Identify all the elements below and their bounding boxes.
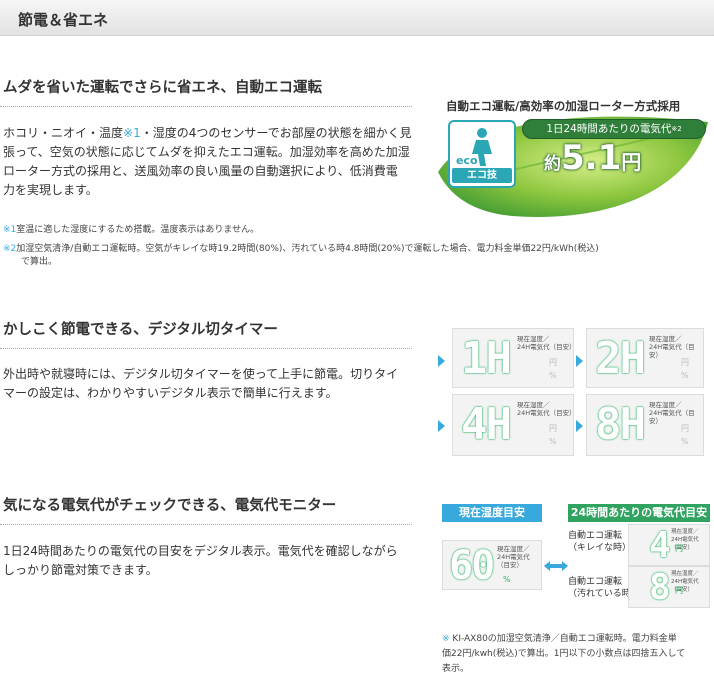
- daily-cost-value: 約5.1円: [544, 138, 642, 178]
- eco-technology-badge: eco エコ技: [448, 120, 516, 188]
- arrow-right-icon: [438, 355, 445, 367]
- arrow-right-icon: [438, 420, 445, 432]
- mode-clean-label: 自動エコ運転 （キレイな時）: [568, 531, 632, 553]
- cost-monitor-description: 1日24時間あたりの電気代の目安をデジタル表示。電気代を確認しながら しっかり節…: [3, 544, 398, 577]
- timer-display-8h: 8H 現在湿度／ 24H電気代（目安） 円 %: [586, 394, 704, 456]
- humidity-tag: 現在湿度目安: [442, 504, 542, 522]
- double-arrow-icon: [544, 561, 568, 571]
- divider: [0, 348, 412, 349]
- section-header-bar: 節電＆省エネ: [0, 0, 714, 36]
- eco-person-icon: eco: [456, 128, 492, 167]
- cost-monitor-heading: 気になる電気代がチェックできる、電気代モニター: [3, 498, 337, 514]
- footnote-ref: ※1: [123, 126, 141, 140]
- eco-mode-heading: ムダを省いた運転でさらに省エネ、自動エコ運転: [3, 80, 322, 96]
- divider: [0, 524, 412, 525]
- daily-cost-caption: 1日24時間あたりの電気代※2: [522, 119, 706, 139]
- footnote-1: ※1室温に適した湿度にするため搭載。温度表示はありません。: [3, 225, 260, 235]
- page-title: 節電＆省エネ: [18, 11, 109, 29]
- timer-display-1h: 1H 現在湿度／ 24H電気代（目安） 円 %: [452, 328, 576, 388]
- eco-mode-description: ホコリ・ニオイ・温度※1・湿度の4つのセンサーでお部屋の状態を細かく見 張って、…: [3, 126, 412, 197]
- svg-text:eco: eco: [456, 154, 478, 167]
- timer-display-4h: 4H 現在湿度／ 24H電気代（目安） 円 %: [452, 394, 576, 456]
- divider: [0, 106, 412, 107]
- cost-monitor-footnote: ※ KI-AX80の加湿空気清浄／自動エコ運転時。電力料金単 価22円/kwh(…: [442, 634, 686, 674]
- eco-badge-label: エコ技: [452, 168, 512, 183]
- arrow-right-icon: [576, 355, 583, 367]
- timer-heading: かしこく節電できる、デジタル切タイマー: [3, 322, 278, 338]
- cost-display-dirty: 8 現在湿度／ 24H電気代（目安） 円: [628, 566, 710, 608]
- footnote-2: ※2加湿空気清浄/自動エコ運転時。空気がキレイな時19.2時間(80%)、汚れて…: [3, 244, 599, 267]
- cost-display-clean: 4 現在湿度／ 24H電気代（目安） 円: [628, 524, 710, 566]
- cost-tag: 24時間あたりの電気代目安: [568, 504, 710, 522]
- timer-display-2h: 2H 現在湿度／ 24H電気代（目安） 円 %: [586, 328, 704, 388]
- arrow-right-icon: [576, 420, 583, 432]
- timer-description: 外出時や就寝時には、デジタル切タイマーを使って上手に節電。切りタイ マーの設定は…: [3, 367, 399, 400]
- humidity-display: 60 現在湿度／ 24H電気代（目安） %: [442, 540, 542, 590]
